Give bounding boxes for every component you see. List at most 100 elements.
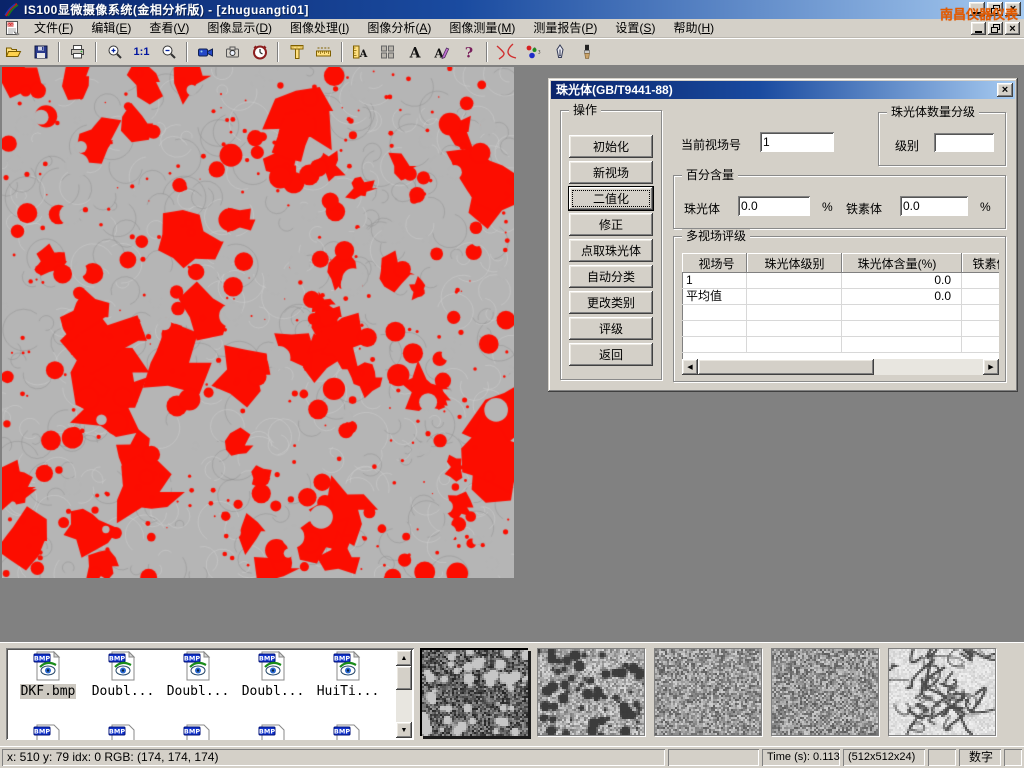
new-field-button[interactable]: 新视场	[569, 161, 653, 184]
color-markers-button[interactable]: 23	[520, 40, 545, 64]
scroll-up-button[interactable]: ▲	[396, 650, 412, 666]
ruler-measure-button[interactable]	[311, 40, 336, 64]
brush-tool-button[interactable]	[574, 40, 599, 64]
text-edit-button[interactable]: A	[429, 40, 454, 64]
level-input[interactable]	[934, 133, 994, 152]
file-name[interactable]: Doubl...	[91, 684, 156, 699]
pick-pearlite-button[interactable]: 点取珠光体	[569, 239, 653, 262]
file-item[interactable]: BMP HuiTi...	[312, 651, 384, 699]
cell-grade	[747, 273, 842, 288]
status-empty-panel	[1004, 749, 1022, 766]
thumbnail-3[interactable]	[654, 648, 762, 736]
print-button[interactable]	[65, 40, 90, 64]
col-pearlite-grade[interactable]: 珠光体级别	[747, 253, 842, 273]
auto-classify-button[interactable]: 自动分类	[569, 265, 653, 288]
help-button[interactable]: ?	[456, 40, 481, 64]
thumbnail-4[interactable]	[771, 648, 879, 736]
operation-group-title: 操作	[569, 103, 601, 117]
save-button[interactable]	[28, 40, 53, 64]
file-item-partial[interactable]: BMP	[237, 724, 309, 740]
file-name[interactable]: Doubl...	[166, 684, 231, 699]
micrograph-image[interactable]	[2, 67, 514, 578]
caliper-icon	[289, 44, 305, 60]
child-restore-button[interactable]	[988, 22, 1003, 35]
bmp-file-icon: BMP	[108, 724, 138, 740]
menu-help[interactable]: 帮助(H)	[664, 19, 723, 37]
menu-image-measure[interactable]: 图像测量(M)	[440, 19, 524, 37]
menu-edit[interactable]: 编辑(E)	[82, 19, 140, 37]
scroll-down-button[interactable]: ▼	[396, 722, 412, 738]
pixel-grid-button[interactable]	[375, 40, 400, 64]
file-name[interactable]: Doubl...	[241, 684, 306, 699]
rate-button[interactable]: 评级	[569, 317, 653, 340]
table-horizontal-scrollbar[interactable]: ◀ ▶	[682, 359, 999, 375]
thumbnail-2[interactable]	[537, 648, 645, 736]
printer-icon	[69, 44, 86, 60]
pen-tool-button[interactable]	[547, 40, 572, 64]
table-row[interactable]: 1 0.0	[682, 273, 999, 289]
scrollbar-thumb[interactable]	[396, 666, 412, 690]
snapshot-button[interactable]	[220, 40, 245, 64]
text-annotate-button[interactable]: A	[402, 40, 427, 64]
thumbnail-5[interactable]	[888, 648, 996, 736]
file-item-partial[interactable]: BMP	[312, 724, 384, 740]
binarize-button[interactable]: 二值化	[569, 187, 653, 210]
file-item[interactable]: BMP DKF.bmp	[12, 651, 84, 699]
grid-icon	[379, 44, 396, 60]
document-icon[interactable]: DOC	[5, 20, 21, 36]
current-field-input[interactable]: 1	[760, 132, 834, 152]
col-field-number[interactable]: 视场号	[682, 253, 747, 273]
change-class-button[interactable]: 更改类别	[569, 291, 653, 314]
menu-view[interactable]: 查看(V)	[140, 19, 198, 37]
zoom-in-button[interactable]	[102, 40, 127, 64]
menu-measure-report[interactable]: 测量报告(P)	[524, 19, 606, 37]
menu-image-analysis[interactable]: 图像分析(A)	[358, 19, 440, 37]
menu-file[interactable]: 文件(F)	[25, 19, 82, 37]
actual-size-label: 1:1	[134, 46, 150, 58]
timer-button[interactable]	[247, 40, 272, 64]
bmp-file-icon: BMP	[33, 724, 63, 740]
thumbnail-1[interactable]	[420, 648, 528, 736]
rating-table[interactable]: 视场号 珠光体级别 珠光体含量(%) 铁素体 1 0.0 平均值 0.0	[682, 253, 999, 375]
zoom-out-button[interactable]	[156, 40, 181, 64]
ferrite-percent-input[interactable]: 0.0	[900, 196, 968, 216]
svg-text:BMP: BMP	[34, 728, 50, 736]
init-button[interactable]: 初始化	[569, 135, 653, 158]
scroll-left-button[interactable]: ◀	[682, 359, 698, 375]
caliper-measure-button[interactable]	[284, 40, 309, 64]
percent-group-title: 百分含量	[682, 168, 738, 182]
child-close-button[interactable]: ×	[1005, 22, 1020, 35]
return-button[interactable]: 返回	[569, 343, 653, 366]
menu-image-display[interactable]: 图像显示(D)	[198, 19, 281, 37]
scrollbar-thumb[interactable]	[698, 359, 874, 375]
actual-size-button[interactable]: 1:1	[129, 40, 154, 64]
file-item[interactable]: BMP Doubl...	[87, 651, 159, 699]
measure-label-button[interactable]: A	[348, 40, 373, 64]
file-name[interactable]: DKF.bmp	[20, 684, 77, 699]
open-file-button[interactable]	[1, 40, 26, 64]
file-item[interactable]: BMP Doubl...	[237, 651, 309, 699]
file-item-partial[interactable]: BMP	[87, 724, 159, 740]
dialog-close-button[interactable]: ×	[997, 83, 1013, 97]
correct-button[interactable]: 修正	[569, 213, 653, 236]
table-row[interactable]: 平均值 0.0	[682, 289, 999, 305]
thumbnail-3-image	[655, 649, 761, 735]
file-item-partial[interactable]: BMP	[162, 724, 234, 740]
file-list-scrollbar[interactable]: ▲ ▼	[396, 650, 412, 738]
menu-image-process[interactable]: 图像处理(I)	[281, 19, 358, 37]
child-minimize-button[interactable]	[971, 22, 986, 35]
file-item-partial[interactable]: BMP	[12, 724, 84, 740]
col-pearlite-content[interactable]: 珠光体含量(%)	[842, 253, 962, 273]
file-name[interactable]: HuiTi...	[316, 684, 381, 699]
pearlite-percent-input[interactable]: 0.0	[738, 196, 810, 216]
svg-text:A: A	[359, 49, 368, 60]
current-field-label: 当前视场号	[681, 136, 741, 153]
file-browser[interactable]: BMP DKF.bmp BMP Doubl... BMP Doubl... BM…	[6, 648, 414, 740]
curve-tool-button[interactable]	[493, 40, 518, 64]
scroll-right-button[interactable]: ▶	[983, 359, 999, 375]
video-capture-button[interactable]	[193, 40, 218, 64]
menu-settings[interactable]: 设置(S)	[606, 19, 664, 37]
svg-text:BMP: BMP	[259, 728, 275, 736]
col-ferrite[interactable]: 铁素体	[962, 253, 999, 273]
file-item[interactable]: BMP Doubl...	[162, 651, 234, 699]
